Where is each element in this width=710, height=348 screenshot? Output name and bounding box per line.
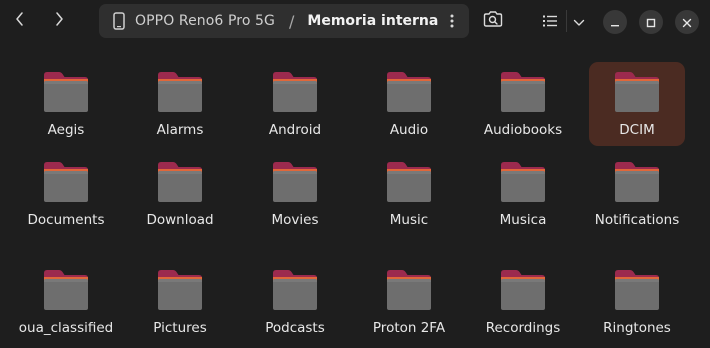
folder-icon bbox=[156, 268, 204, 312]
breadcrumb-current[interactable]: Memoria interna bbox=[307, 13, 438, 29]
folder-item[interactable]: Ringtones bbox=[589, 260, 685, 344]
folder-icon bbox=[613, 160, 661, 204]
folder-label: Audiobooks bbox=[483, 122, 563, 138]
folder-item[interactable]: Musica bbox=[475, 152, 571, 236]
folder-icon bbox=[499, 268, 547, 312]
folder-icon bbox=[271, 70, 319, 114]
folder-item[interactable]: Audiobooks bbox=[475, 62, 571, 146]
folder-label: Alarms bbox=[156, 122, 204, 138]
close-button[interactable] bbox=[675, 10, 699, 34]
file-grid: Aegis Alarms Android Audio Audiobooks DCIM Doc… bbox=[0, 43, 710, 348]
folder-label: Music bbox=[389, 212, 429, 228]
view-toggle-button[interactable] bbox=[540, 10, 560, 32]
header-bar: OPPO Reno6 Pro 5G / Memoria interna bbox=[0, 0, 710, 43]
folder-item[interactable]: Podcasts bbox=[247, 260, 343, 344]
back-button[interactable] bbox=[6, 6, 34, 36]
search-camera-icon bbox=[483, 10, 503, 32]
chevron-right-icon bbox=[54, 11, 64, 31]
folder-icon bbox=[385, 268, 433, 312]
maximize-icon bbox=[646, 13, 656, 32]
folder-icon bbox=[156, 160, 204, 204]
folder-item[interactable]: oua_classified bbox=[18, 260, 114, 344]
kebab-icon[interactable] bbox=[445, 13, 459, 29]
folder-item[interactable]: Pictures bbox=[132, 260, 228, 344]
close-icon bbox=[682, 13, 692, 32]
folder-icon bbox=[613, 268, 661, 312]
folder-label: Download bbox=[146, 212, 214, 228]
folder-icon bbox=[499, 70, 547, 114]
breadcrumb-device[interactable]: OPPO Reno6 Pro 5G bbox=[135, 13, 275, 29]
maximize-button[interactable] bbox=[639, 10, 663, 34]
folder-item[interactable]: Aegis bbox=[18, 62, 114, 146]
folder-label: Aegis bbox=[47, 122, 85, 138]
folder-label: Movies bbox=[271, 212, 319, 228]
folder-icon bbox=[42, 268, 90, 312]
folder-item[interactable]: Notifications bbox=[589, 152, 685, 236]
breadcrumb-separator: / bbox=[289, 11, 295, 31]
chevron-left-icon bbox=[15, 11, 25, 31]
folder-item[interactable]: Android bbox=[247, 62, 343, 146]
minimize-icon bbox=[610, 13, 620, 32]
folder-label: Recordings bbox=[485, 320, 561, 336]
folder-label: DCIM bbox=[619, 122, 655, 138]
folder-icon bbox=[271, 268, 319, 312]
folder-item[interactable]: Audio bbox=[361, 62, 457, 146]
folder-item[interactable]: Music bbox=[361, 152, 457, 236]
folder-icon bbox=[385, 160, 433, 204]
folder-label: Proton 2FA bbox=[372, 320, 446, 336]
folder-label: Audio bbox=[389, 122, 429, 138]
minimize-button[interactable] bbox=[603, 10, 627, 34]
folder-label: Musica bbox=[499, 212, 547, 228]
folder-icon bbox=[385, 70, 433, 114]
folder-item[interactable]: Proton 2FA bbox=[361, 260, 457, 344]
folder-label: Pictures bbox=[153, 320, 207, 336]
folder-item[interactable]: Movies bbox=[247, 152, 343, 236]
folder-item[interactable]: Recordings bbox=[475, 260, 571, 344]
path-bar: OPPO Reno6 Pro 5G / Memoria interna bbox=[99, 4, 469, 38]
folder-item[interactable]: Documents bbox=[18, 152, 114, 236]
folder-label: Notifications bbox=[594, 212, 680, 228]
folder-icon bbox=[271, 160, 319, 204]
folder-item[interactable]: Download bbox=[132, 152, 228, 236]
chevron-down-icon bbox=[573, 12, 585, 31]
forward-button[interactable] bbox=[45, 6, 73, 36]
folder-label: Podcasts bbox=[265, 320, 325, 336]
folder-icon bbox=[499, 160, 547, 204]
toolbar-divider bbox=[566, 10, 567, 32]
list-view-icon bbox=[543, 12, 557, 31]
phone-icon bbox=[113, 12, 127, 30]
folder-item[interactable]: DCIM bbox=[589, 62, 685, 146]
folder-icon bbox=[42, 160, 90, 204]
folder-icon bbox=[613, 70, 661, 114]
folder-label: Ringtones bbox=[603, 320, 671, 336]
folder-label: Documents bbox=[27, 212, 105, 228]
view-options-button[interactable] bbox=[570, 10, 588, 32]
folder-label: Android bbox=[268, 122, 322, 138]
search-button[interactable] bbox=[480, 8, 506, 34]
folder-icon bbox=[42, 70, 90, 114]
folder-label: oua_classified bbox=[18, 320, 114, 336]
folder-item[interactable]: Alarms bbox=[132, 62, 228, 146]
folder-icon bbox=[156, 70, 204, 114]
